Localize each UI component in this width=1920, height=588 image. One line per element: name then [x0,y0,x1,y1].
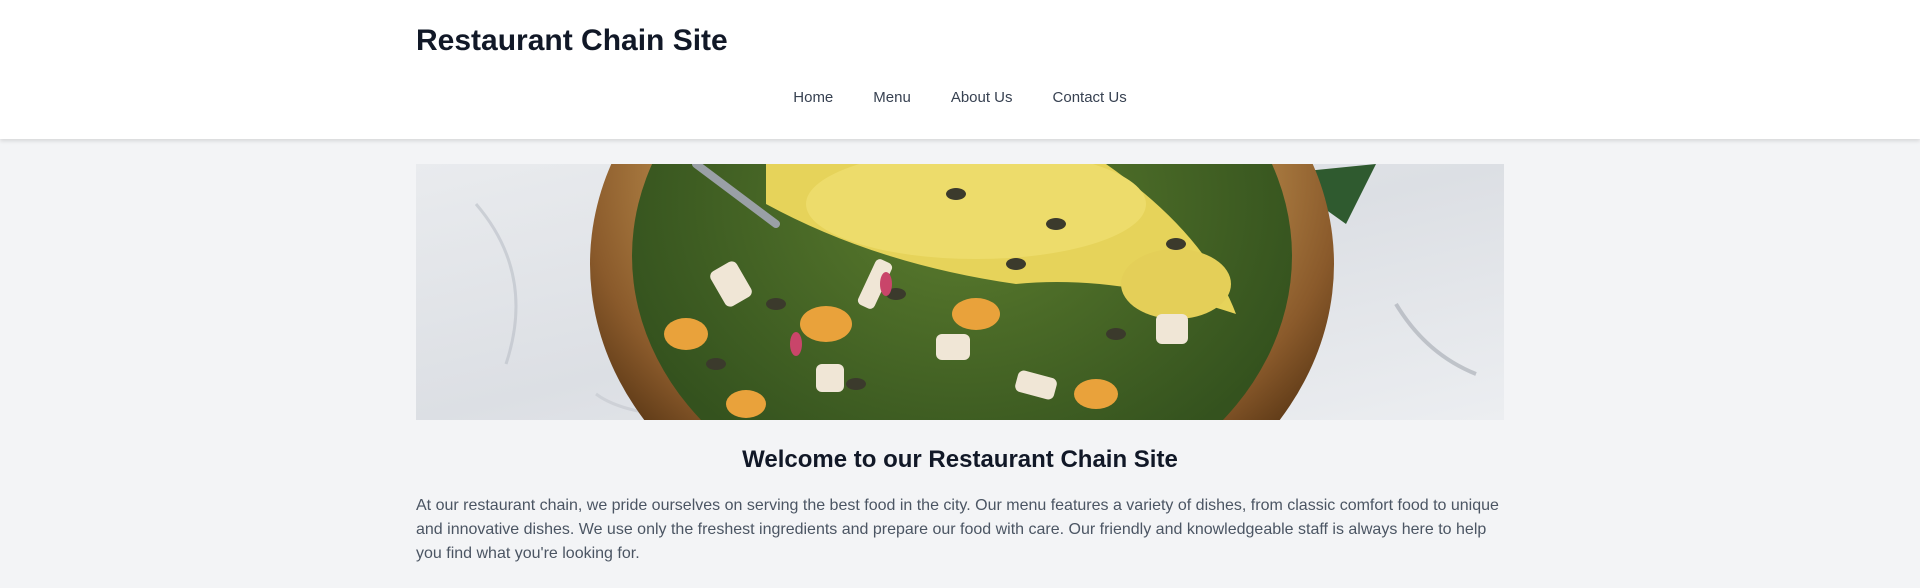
nav-menu-link[interactable]: Menu [873,89,911,106]
site-header: Restaurant Chain Site Home Menu About Us… [0,0,1920,139]
main-nav: Home Menu About Us Contact Us [0,89,1920,106]
site-title: Restaurant Chain Site [416,24,728,57]
hero-image [416,164,1504,420]
salad-bowl-photo [416,164,1504,420]
nav-home-link[interactable]: Home [793,89,833,106]
intro-paragraph: At our restaurant chain, we pride oursel… [416,497,1499,562]
nav-about-us-link[interactable]: About Us [951,89,1013,106]
welcome-heading: Welcome to our Restaurant Chain Site [742,446,1178,473]
nav-contact-us-link[interactable]: Contact Us [1053,89,1127,106]
